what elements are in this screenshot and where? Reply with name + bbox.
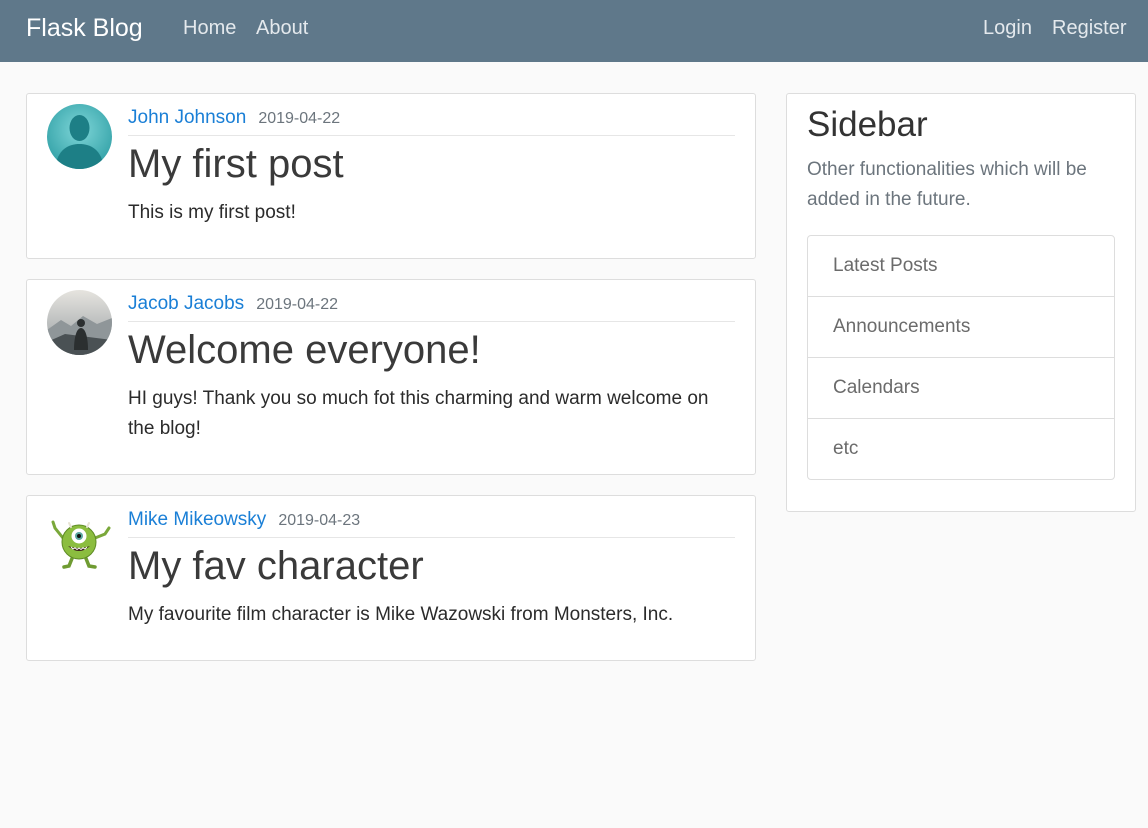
post-card: Mike Mikeowsky 2019-04-23 My fav characte…	[26, 495, 756, 661]
post-date: 2019-04-23	[278, 512, 361, 529]
sidebar-item-etc[interactable]: etc	[808, 419, 1114, 479]
navbar: Flask Blog Home About Login Register	[0, 0, 1148, 62]
green-monster-avatar-icon	[47, 506, 112, 571]
post-author-link[interactable]: Jacob Jacobs	[128, 293, 244, 314]
post-date: 2019-04-22	[258, 110, 341, 127]
post-card: Jacob Jacobs 2019-04-22 Welcome everyone!…	[26, 279, 756, 475]
sidebar-list: Latest Posts Announcements Calendars etc	[807, 235, 1115, 480]
post-meta: John Johnson 2019-04-22	[128, 105, 735, 136]
default-user-avatar-icon	[47, 104, 112, 169]
nav-register-link[interactable]: Register	[1052, 17, 1126, 39]
post-content: This is my first post!	[128, 202, 296, 223]
post-content: HI guys! Thank you so much fot this char…	[128, 388, 709, 439]
sidebar-item-calendars[interactable]: Calendars	[808, 358, 1114, 419]
sidebar-description: Other functionalities which will be adde…	[807, 159, 1087, 210]
misty-landscape-avatar-icon	[47, 290, 112, 355]
nav-about-link[interactable]: About	[256, 17, 308, 39]
sidebar-item-announcements[interactable]: Announcements	[808, 297, 1114, 358]
nav-home-link[interactable]: Home	[183, 17, 236, 39]
post-title[interactable]: Welcome everyone!	[128, 327, 481, 373]
sidebar-card: Sidebar Other functionalities which will…	[786, 93, 1136, 512]
post-title[interactable]: My first post	[128, 141, 344, 187]
nav-login-link[interactable]: Login	[983, 17, 1032, 39]
post-content: My favourite film character is Mike Wazo…	[128, 604, 674, 625]
post-meta: Jacob Jacobs 2019-04-22	[128, 291, 735, 322]
post-date: 2019-04-22	[256, 296, 339, 313]
post-card: John Johnson 2019-04-22 My first post Thi…	[26, 93, 756, 259]
post-author-link[interactable]: Mike Mikeowsky	[128, 509, 266, 530]
brand-link[interactable]: Flask Blog	[26, 14, 143, 42]
post-author-link[interactable]: John Johnson	[128, 107, 246, 128]
sidebar-item-latest-posts[interactable]: Latest Posts	[808, 236, 1114, 297]
post-title[interactable]: My fav character	[128, 543, 424, 589]
post-meta: Mike Mikeowsky 2019-04-23	[128, 507, 735, 538]
sidebar-title: Sidebar	[807, 105, 928, 144]
